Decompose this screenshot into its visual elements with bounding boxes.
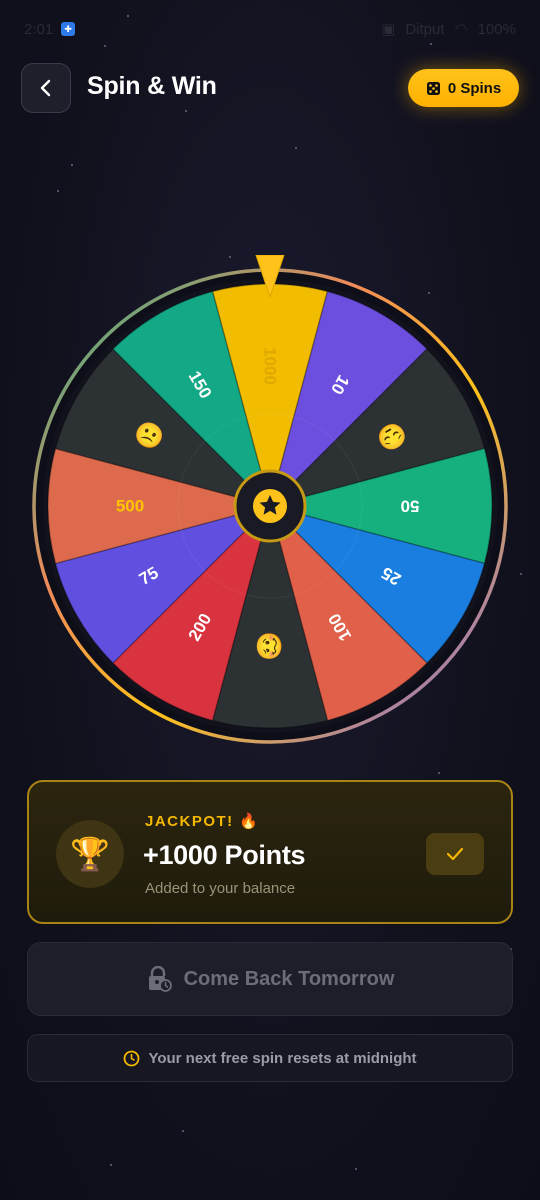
dice-icon bbox=[426, 81, 440, 95]
confirm-button[interactable] bbox=[426, 833, 484, 875]
spins-count-label: 0 Spins bbox=[447, 79, 502, 97]
points-won: +1000 Points bbox=[143, 840, 306, 870]
come-back-label: Come Back Tomorrow bbox=[183, 967, 395, 990]
reset-text: Your next free spin resets at midnight bbox=[148, 1049, 417, 1067]
wheel-segment-label: 🥴 bbox=[257, 631, 284, 661]
come-back-tomorrow-button[interactable]: Come Back Tomorrow bbox=[27, 942, 513, 1016]
wheel-segment-label: 1000 bbox=[261, 347, 280, 385]
back-button[interactable] bbox=[21, 63, 71, 113]
wheel-segment-label: 500 bbox=[116, 497, 144, 516]
balance-note: Added to your balance bbox=[145, 880, 296, 897]
page-title: Spin & Win bbox=[87, 72, 217, 100]
wifi-icon: ◠ bbox=[454, 21, 468, 38]
check-icon bbox=[446, 847, 464, 861]
status-time: 2:01 bbox=[24, 20, 54, 38]
wheel-segment-label: 50 bbox=[401, 497, 420, 516]
wheel-graphic: 1000 10😔5025100🥴20075500😕150 bbox=[32, 255, 508, 744]
signal-text: Ditput bbox=[405, 20, 445, 38]
jackpot-badge: JACKPOT! 🔥 bbox=[145, 813, 260, 830]
chevron-left-icon bbox=[40, 79, 51, 97]
vibrate-icon: ▣ bbox=[381, 21, 396, 38]
battery-text: 100% bbox=[477, 20, 516, 38]
spins-count-button[interactable]: 0 Spins bbox=[408, 69, 519, 107]
status-bar: 2:01 ✚ ▣ Ditput ◠ 100% bbox=[24, 14, 516, 44]
jackpot-result-card: 🏆 JACKPOT! 🔥 +1000 Points Added to your … bbox=[27, 780, 513, 924]
reset-info-bar: Your next free spin resets at midnight bbox=[27, 1034, 513, 1082]
clock-icon bbox=[124, 1050, 140, 1066]
prize-wheel[interactable]: 1000 10 😔 50 25 100 🥴 200 75 500 😕 150 bbox=[30, 255, 510, 745]
trophy-icon: 🏆 bbox=[56, 820, 124, 888]
lock-clock-icon bbox=[148, 966, 172, 992]
app-notification-icon: ✚ bbox=[61, 22, 76, 36]
